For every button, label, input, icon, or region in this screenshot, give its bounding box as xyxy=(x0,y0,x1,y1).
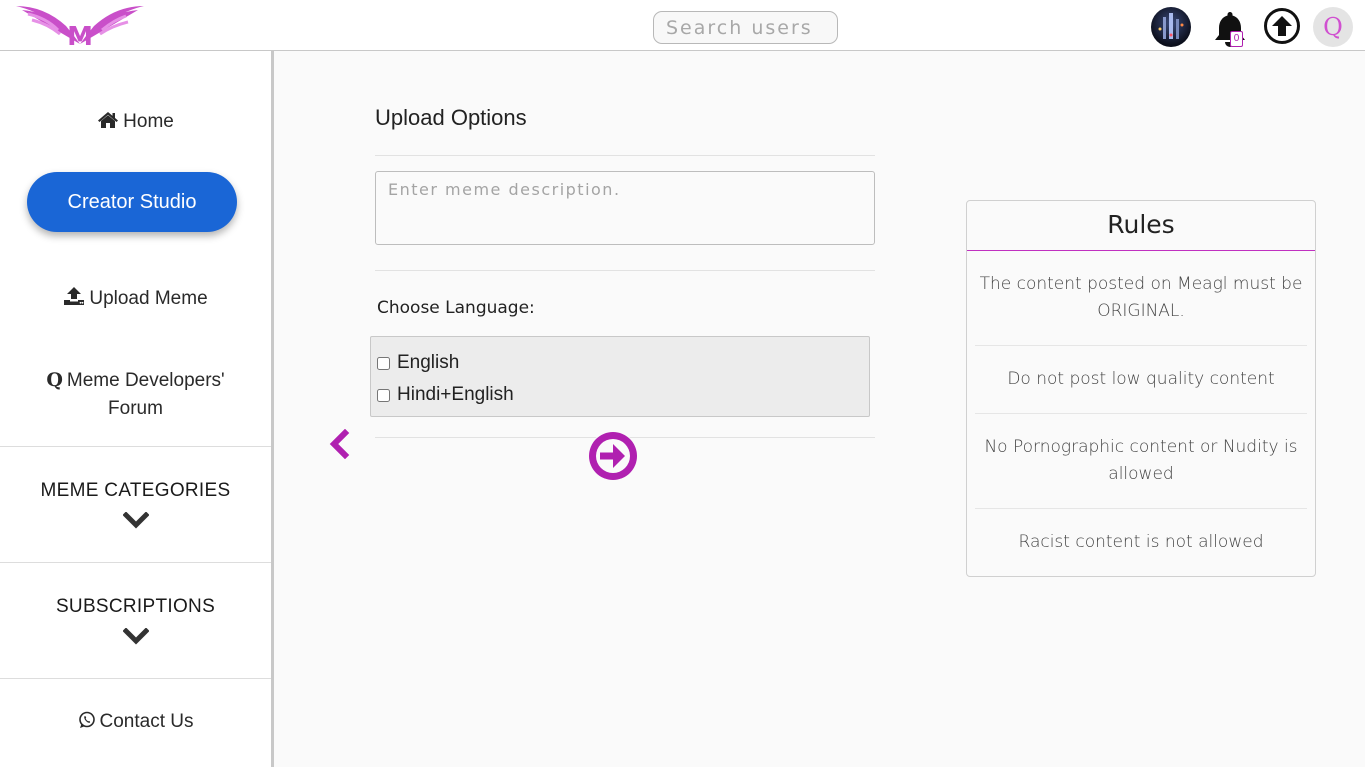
sidebar-item-label: Forum xyxy=(108,398,163,419)
logo-wings-icon[interactable]: M xyxy=(14,4,146,46)
section-divider xyxy=(375,155,875,156)
whatsapp-icon xyxy=(78,711,95,728)
choose-language-label: Choose Language: xyxy=(377,298,535,318)
top-bar: M 0 Q xyxy=(0,0,1365,51)
rules-card: Rules The content posted on Meagl must b… xyxy=(966,200,1316,577)
rules-title: Rules xyxy=(967,201,1315,251)
rule-text: The content posted on Meagl must be ORIG… xyxy=(979,274,1303,321)
sidebar-item-label: Contact Us xyxy=(99,711,194,732)
section-label: SUBSCRIPTIONS xyxy=(55,596,216,617)
language-option-english[interactable]: English xyxy=(371,347,869,379)
rule-text: Do not post low quality content xyxy=(1007,369,1275,389)
logo-letter: M xyxy=(67,22,93,46)
section-label: MEME CATEGORIES xyxy=(40,480,231,501)
notification-count-badge: 0 xyxy=(1230,31,1243,47)
search-users-input[interactable] xyxy=(653,11,838,44)
rule-item: Do not post low quality content xyxy=(975,346,1307,414)
subscriptions-toggle[interactable]: SUBSCRIPTIONS xyxy=(0,596,271,646)
upload-tray-icon xyxy=(64,287,85,305)
user-avatar[interactable] xyxy=(1151,7,1191,47)
sidebar: Home Creator Studio Upload Meme Q Meme De… xyxy=(0,51,274,767)
sidebar-item-contact[interactable]: Contact Us xyxy=(0,711,271,733)
upload-arrow-icon[interactable] xyxy=(1263,7,1301,45)
next-arrow-icon[interactable] xyxy=(587,430,639,482)
sidebar-divider xyxy=(0,678,271,679)
sidebar-item-home[interactable]: Home xyxy=(0,111,271,133)
rule-item: No Pornographic content or Nudity is all… xyxy=(975,414,1307,509)
section-divider xyxy=(375,270,875,271)
english-checkbox[interactable] xyxy=(377,356,390,370)
back-chevron-icon[interactable] xyxy=(328,429,350,459)
profile-initial-avatar[interactable]: Q xyxy=(1313,7,1353,47)
sidebar-divider xyxy=(0,562,271,563)
meme-categories-toggle[interactable]: MEME CATEGORIES xyxy=(0,480,271,530)
sidebar-item-label: Upload Meme xyxy=(89,288,208,309)
sidebar-item-label: Meme Developers' xyxy=(66,370,225,391)
creator-studio-button[interactable]: Creator Studio xyxy=(27,172,237,232)
home-icon xyxy=(98,112,119,128)
rule-item: The content posted on Meagl must be ORIG… xyxy=(975,251,1307,346)
language-options: English Hindi+English xyxy=(370,336,870,417)
chevron-down-icon xyxy=(122,512,149,529)
rule-item: Racist content is not allowed xyxy=(975,509,1307,575)
sidebar-item-upload-meme[interactable]: Upload Meme xyxy=(0,286,271,310)
quora-q-icon: Q xyxy=(46,369,63,391)
language-option-hindi-english[interactable]: Hindi+English xyxy=(371,379,869,411)
upload-options-title: Upload Options xyxy=(375,105,527,130)
sidebar-item-forum[interactable]: Q Meme Developers' Forum xyxy=(0,366,271,423)
sidebar-item-label: Home xyxy=(123,111,174,132)
language-option-label: Hindi+English xyxy=(397,384,514,405)
language-option-label: English xyxy=(397,352,460,373)
chevron-down-icon xyxy=(122,628,149,645)
rule-text: Racist content is not allowed xyxy=(1018,531,1264,552)
sidebar-divider xyxy=(0,446,271,447)
main-content: Upload Options Choose Language: English … xyxy=(274,51,1365,767)
hindi-english-checkbox[interactable] xyxy=(377,388,390,402)
meme-description-input[interactable] xyxy=(375,171,875,245)
rule-text: No Pornographic content or Nudity is all… xyxy=(984,437,1298,484)
